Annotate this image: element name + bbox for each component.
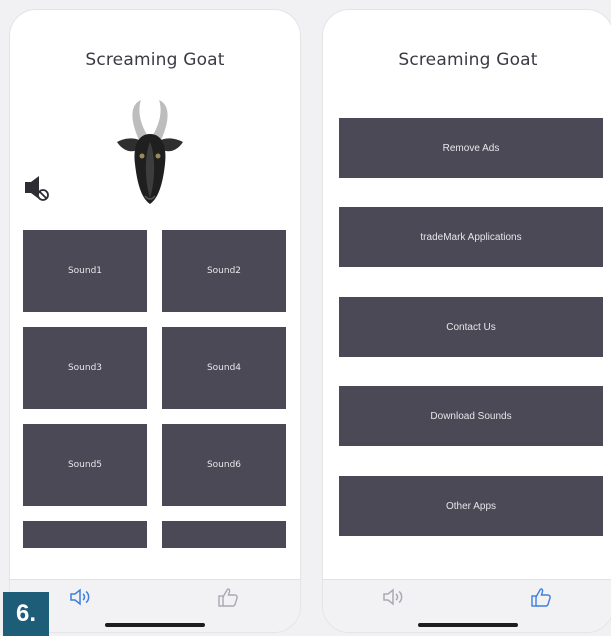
sound6-button[interactable]: Sound6	[162, 424, 286, 506]
goat-image	[117, 100, 183, 204]
download-sounds-button[interactable]: Download Sounds	[339, 386, 603, 446]
mute-sound-button[interactable]	[22, 173, 52, 203]
sound2-button[interactable]: Sound2	[162, 230, 286, 312]
sound3-button[interactable]: Sound3	[23, 327, 147, 409]
app-title: Screaming Goat	[398, 50, 538, 70]
step-number-badge: 6.	[3, 592, 49, 636]
tab-more[interactable]	[213, 584, 243, 610]
speaker-icon	[383, 588, 403, 606]
trademark-applications-button[interactable]: tradeMark Applications	[339, 207, 603, 267]
sound8-button[interactable]	[162, 521, 286, 548]
sound5-button[interactable]: Sound5	[23, 424, 147, 506]
speaker-icon	[70, 588, 90, 606]
sound7-button[interactable]	[23, 521, 147, 548]
tab-bar	[323, 579, 611, 632]
sound1-button[interactable]: Sound1	[23, 230, 147, 312]
right-phone-screen: Screaming Goat Remove Ads tradeMark Appl…	[323, 10, 611, 632]
tab-bar	[10, 579, 300, 632]
sound-grid: Sound1 Sound2 Sound3 Sound4 Sound5 Sound…	[23, 230, 287, 548]
remove-ads-button[interactable]: Remove Ads	[339, 118, 603, 178]
contact-us-button[interactable]: Contact Us	[339, 297, 603, 357]
other-apps-button[interactable]: Other Apps	[339, 476, 603, 536]
thumbs-up-icon	[531, 588, 551, 607]
tab-more[interactable]	[526, 584, 556, 610]
sound4-button[interactable]: Sound4	[162, 327, 286, 409]
left-phone-screen: Screaming Goat Sound1 Sound2 Sound3 Soun…	[10, 10, 300, 632]
tab-sounds[interactable]	[67, 584, 97, 610]
tab-sounds[interactable]	[380, 584, 410, 610]
app-title: Screaming Goat	[85, 50, 225, 70]
thumbs-up-icon	[218, 588, 238, 607]
home-indicator	[418, 623, 518, 627]
home-indicator	[105, 623, 205, 627]
